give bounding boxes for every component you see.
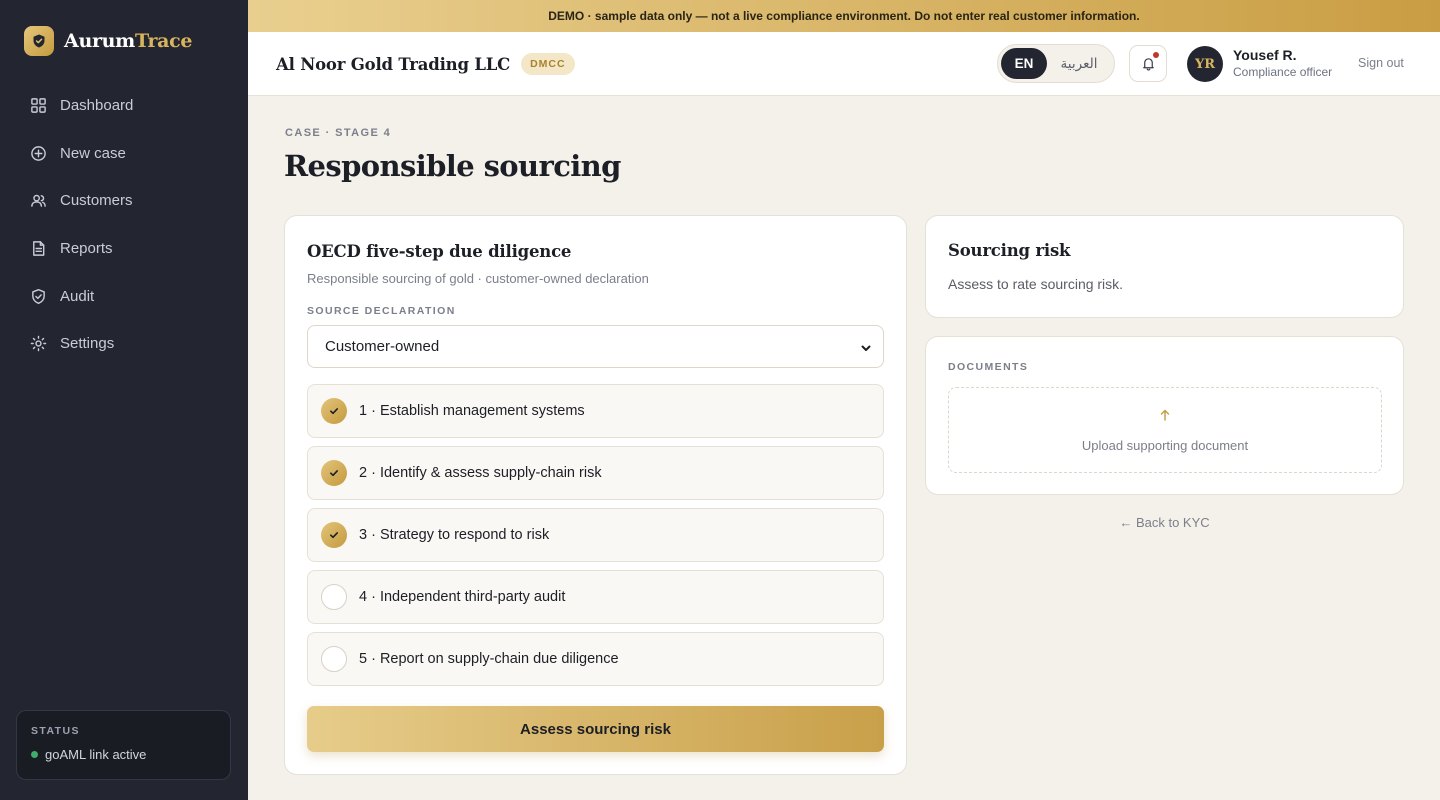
sidebar-item-dashboard[interactable]: Dashboard: [16, 82, 232, 130]
shield-logo-icon: [24, 26, 54, 56]
notifications-button[interactable]: [1129, 45, 1167, 82]
brand[interactable]: AurumTrace: [24, 26, 193, 56]
lang-ar-button[interactable]: العربية: [1047, 48, 1111, 79]
document-icon: [33, 241, 45, 256]
status-label: STATUS: [31, 725, 80, 737]
lang-en-button[interactable]: EN: [1001, 48, 1047, 79]
due-diligence-steps: 1 · Establish management systems 2 · Ide…: [307, 384, 884, 694]
plus-circle-icon: [31, 146, 46, 161]
chevron-down-icon: [861, 345, 871, 351]
demo-banner: DEMO · sample data only — not a live com…: [248, 0, 1440, 32]
sidebar-item-label: Customers: [60, 192, 133, 210]
brand-name: AurumTrace: [64, 30, 193, 52]
sidebar-item-customers[interactable]: Customers: [16, 177, 232, 225]
sidebar-item-audit[interactable]: Audit: [16, 272, 232, 320]
grid-icon: [31, 98, 46, 114]
sidebar-item-reports[interactable]: Reports: [16, 225, 232, 273]
topbar: Al Noor Gold Trading LLC DMCC EN العربية…: [248, 32, 1440, 96]
step-label: 2 · Identify & assess supply-chain risk: [359, 465, 602, 481]
users-icon: [31, 195, 46, 208]
step-label: 4 · Independent third-party audit: [359, 589, 566, 605]
source-declaration-label: SOURCE DECLARATION: [307, 305, 456, 317]
sign-out-link[interactable]: Sign out: [1358, 56, 1404, 70]
documents-label: DOCUMENTS: [948, 361, 1029, 373]
sidebar: AurumTrace Dashboard New case Customers …: [0, 0, 248, 800]
sourcing-risk-card: Sourcing risk Assess to rate sourcing ri…: [925, 215, 1404, 318]
card-title: Sourcing risk: [948, 241, 1071, 260]
sidebar-item-label: Dashboard: [60, 97, 134, 115]
sidebar-item-settings[interactable]: Settings: [16, 320, 232, 368]
empty-circle-icon: [321, 646, 347, 672]
org-name: Al Noor Gold Trading LLC: [276, 54, 511, 74]
status-panel: STATUS goAML link active: [16, 710, 231, 780]
status-dot-icon: [31, 751, 38, 758]
language-toggle: EN العربية: [997, 44, 1115, 83]
step-label: 3 · Strategy to respond to risk: [359, 527, 550, 543]
sidebar-nav: Dashboard New case Customers Reports Aud…: [16, 82, 232, 368]
status-text: goAML link active: [31, 747, 216, 762]
avatar[interactable]: YR: [1187, 46, 1223, 82]
sidebar-item-new-case[interactable]: New case: [16, 130, 232, 178]
source-declaration-select[interactable]: Customer-owned: [307, 325, 884, 368]
sidebar-item-label: Settings: [60, 335, 115, 353]
checkmark-icon: [321, 522, 347, 548]
sidebar-item-label: Audit: [60, 287, 95, 305]
card-title: OECD five-step due diligence: [307, 242, 572, 261]
step-2[interactable]: 2 · Identify & assess supply-chain risk: [307, 446, 884, 500]
status-value: goAML link active: [45, 747, 147, 762]
step-4[interactable]: 4 · Independent third-party audit: [307, 570, 884, 624]
breadcrumb: CASE · STAGE 4: [285, 127, 392, 139]
sidebar-item-label: New case: [60, 144, 126, 162]
card-subtitle: Responsible sourcing of gold · customer-…: [307, 271, 649, 286]
shield-check-icon: [32, 288, 45, 304]
upload-dropzone[interactable]: Upload supporting document: [948, 387, 1382, 473]
step-label: 1 · Establish management systems: [359, 403, 585, 419]
due-diligence-card: OECD five-step due diligence Responsible…: [284, 215, 907, 775]
page-title: Responsible sourcing: [284, 149, 621, 183]
user-info: Yousef R. Compliance officer: [1233, 47, 1332, 79]
organization: Al Noor Gold Trading LLC DMCC: [276, 32, 575, 96]
brand-name-part1: Aurum: [64, 30, 135, 52]
user-role: Compliance officer: [1233, 65, 1333, 79]
org-badge: DMCC: [521, 53, 575, 75]
user-name: Yousef R.: [1233, 47, 1297, 63]
step-5[interactable]: 5 · Report on supply-chain due diligence: [307, 632, 884, 686]
step-1[interactable]: 1 · Establish management systems: [307, 384, 884, 438]
select-value: Customer-owned: [325, 338, 440, 355]
brand-name-part2: Trace: [134, 30, 193, 52]
back-to-kyc-link[interactable]: ← Back to KYC: [925, 515, 1404, 530]
assess-sourcing-risk-button[interactable]: Assess sourcing risk: [307, 706, 884, 752]
bell-icon: [1142, 58, 1154, 71]
notification-dot-icon: [1153, 52, 1159, 58]
arrow-up-icon: [1160, 409, 1170, 421]
step-label: 5 · Report on supply-chain due diligence: [359, 651, 619, 667]
documents-card: DOCUMENTS Upload supporting document: [925, 336, 1404, 495]
gear-icon: [30, 335, 47, 352]
empty-circle-icon: [321, 584, 347, 610]
risk-text: Assess to rate sourcing risk.: [948, 276, 1124, 292]
step-3[interactable]: 3 · Strategy to respond to risk: [307, 508, 884, 562]
checkmark-icon: [321, 460, 347, 486]
checkmark-icon: [321, 398, 347, 424]
upload-text: Upload supporting document: [1081, 438, 1249, 453]
sidebar-item-label: Reports: [60, 240, 113, 258]
